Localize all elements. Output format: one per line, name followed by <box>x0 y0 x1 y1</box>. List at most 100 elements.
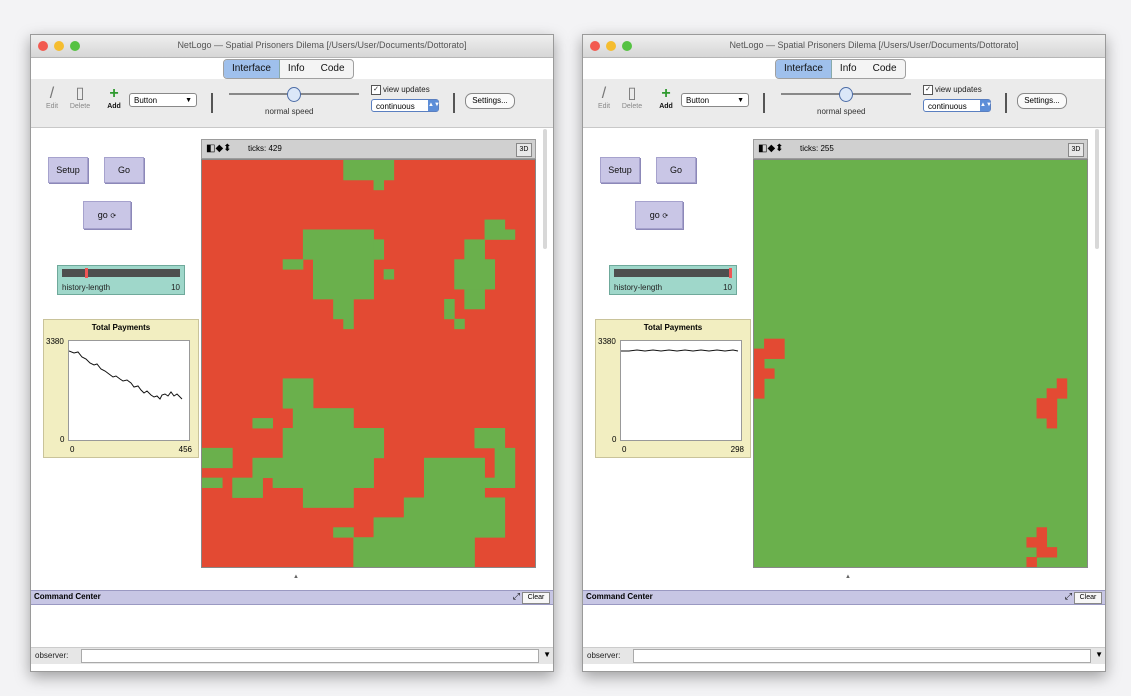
command-output <box>31 605 553 645</box>
patch <box>1026 537 1048 548</box>
speed-label: normal speed <box>265 107 314 116</box>
speed-slider-knob[interactable] <box>839 87 853 102</box>
patch <box>454 259 496 290</box>
settings-button[interactable]: Settings... <box>465 93 515 109</box>
slider-track[interactable] <box>614 269 732 277</box>
slider-handle[interactable] <box>85 268 88 278</box>
tab-code[interactable]: Code <box>865 60 905 78</box>
tab-info[interactable]: Info <box>280 60 313 78</box>
edit-tool[interactable]: / Edit <box>41 85 63 110</box>
slider-track[interactable] <box>62 269 180 277</box>
speed-slider[interactable] <box>781 87 911 102</box>
view-updates-checkbox[interactable]: ✓ view updates <box>923 85 982 95</box>
go-forever-button[interactable]: Go <box>656 157 696 183</box>
speed-slider-knob[interactable] <box>287 87 301 102</box>
patch <box>373 239 385 260</box>
widget-type-select[interactable]: Button ▼ <box>129 93 197 107</box>
divider <box>211 93 213 113</box>
widget-type-select[interactable]: Button ▼ <box>681 93 749 107</box>
observer-label[interactable]: observer: <box>35 651 68 660</box>
patch <box>302 229 374 260</box>
splitter-handle-icon[interactable]: ▲ <box>293 574 299 580</box>
view-updates-checkbox[interactable]: ✓ view updates <box>371 85 430 95</box>
clear-button[interactable]: Clear <box>522 592 550 604</box>
plot-y-min: 0 <box>60 435 65 444</box>
expand-icon[interactable]: ⤢ <box>513 591 520 602</box>
close-window-button[interactable] <box>590 41 600 51</box>
patch <box>333 298 354 320</box>
view-move-controls-icon[interactable]: ◧◆⬍ <box>206 143 232 154</box>
history-length-slider[interactable]: history-length 10 <box>57 265 185 295</box>
view-updates-label: view updates <box>383 85 430 95</box>
minimize-window-button[interactable] <box>606 41 616 51</box>
patch <box>353 537 475 567</box>
speed-slider[interactable] <box>229 87 359 102</box>
command-center-header: Command Center ⤢ Clear <box>583 590 1105 605</box>
tab-info[interactable]: Info <box>832 60 865 78</box>
patch <box>292 408 354 429</box>
history-dropdown-icon[interactable]: ▼ <box>543 650 551 659</box>
vertical-scrollbar[interactable] <box>1095 129 1099 249</box>
settings-button[interactable]: Settings... <box>1017 93 1067 109</box>
update-mode-value: continuous <box>376 102 415 111</box>
tab-code[interactable]: Code <box>313 60 353 78</box>
go-once-button[interactable]: go ⟳ <box>635 201 683 229</box>
patch <box>1046 418 1058 429</box>
update-mode-select[interactable]: continuous ▲▼ <box>923 99 992 112</box>
edit-label: Edit <box>45 103 59 110</box>
patch <box>1036 547 1058 558</box>
add-tool[interactable]: + Add <box>655 85 677 110</box>
patch <box>252 418 274 429</box>
view-move-controls-icon[interactable]: ◧◆⬍ <box>758 143 784 154</box>
close-window-button[interactable] <box>38 41 48 51</box>
setup-button[interactable]: Setup <box>48 157 88 183</box>
pencil-icon: / <box>601 85 607 102</box>
world-view[interactable] <box>201 159 536 568</box>
world-view[interactable] <box>753 159 1088 568</box>
pencil-icon: / <box>49 85 55 102</box>
patch <box>252 457 274 479</box>
add-label: Add <box>107 103 121 110</box>
slider-handle[interactable] <box>729 268 732 278</box>
patch <box>764 368 775 379</box>
title-bar[interactable]: NetLogo — Spatial Prisoners Dilema [/Use… <box>31 35 553 58</box>
widget-type-value: Button <box>686 96 710 105</box>
vertical-scrollbar[interactable] <box>543 129 547 249</box>
3d-view-button[interactable]: 3D <box>516 143 532 157</box>
divider <box>453 93 455 113</box>
title-bar[interactable]: NetLogo — Spatial Prisoners Dilema [/Use… <box>583 35 1105 58</box>
history-length-slider[interactable]: history-length 10 <box>609 265 737 295</box>
patch <box>1026 557 1037 567</box>
go-once-button[interactable]: go ⟳ <box>83 201 131 229</box>
observer-label[interactable]: observer: <box>587 651 620 660</box>
clear-button[interactable]: Clear <box>1074 592 1102 604</box>
slider-value: 10 <box>171 283 180 292</box>
history-dropdown-icon[interactable]: ▼ <box>1095 650 1103 659</box>
total-payments-plot: Total Payments 3380 0 0 456 <box>43 319 199 458</box>
delete-tool[interactable]: ▯ Delete <box>69 85 91 110</box>
slider-label: history-length <box>614 283 663 292</box>
plot-y-max: 3380 <box>46 337 64 346</box>
tab-interface[interactable]: Interface <box>776 60 832 78</box>
zoom-window-button[interactable] <box>70 41 80 51</box>
setup-button[interactable]: Setup <box>600 157 640 183</box>
patch <box>373 179 385 191</box>
patch <box>232 477 263 498</box>
tab-interface[interactable]: Interface <box>224 60 280 78</box>
command-input[interactable] <box>81 649 539 663</box>
go-forever-button[interactable]: Go <box>104 157 144 183</box>
plot-area <box>68 340 190 441</box>
command-input[interactable] <box>633 649 1091 663</box>
plot-x-max: 456 <box>178 445 192 454</box>
delete-tool[interactable]: ▯ Delete <box>621 85 643 110</box>
minimize-window-button[interactable] <box>54 41 64 51</box>
expand-icon[interactable]: ⤢ <box>1065 591 1072 602</box>
splitter-handle-icon[interactable]: ▲ <box>845 574 851 580</box>
3d-view-button[interactable]: 3D <box>1068 143 1084 157</box>
zoom-window-button[interactable] <box>622 41 632 51</box>
patch <box>333 527 354 538</box>
add-tool[interactable]: + Add <box>103 85 125 110</box>
update-mode-select[interactable]: continuous ▲▼ <box>371 99 440 112</box>
edit-tool[interactable]: / Edit <box>593 85 615 110</box>
command-input-row: observer: ▼ <box>31 647 553 664</box>
